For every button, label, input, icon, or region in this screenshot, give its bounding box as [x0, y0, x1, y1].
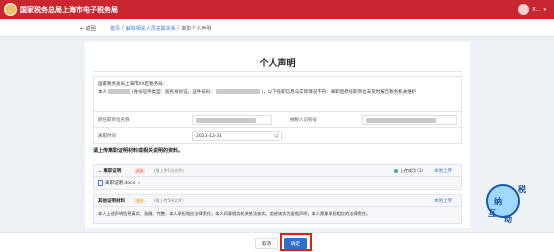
commitment-note: 本人上述声明信息真实、准确、完整，本人承担相应法律责任。本人同意税务机关依法核实…: [98, 211, 371, 216]
action-bar: 取消 确定: [0, 232, 554, 252]
uploaded-file-name: 离职证明.docx: [105, 181, 136, 186]
redacted-taxpayer-id: [366, 118, 436, 123]
back-label: 返回: [85, 26, 96, 32]
breadcrumb-bar: ← 返回 首页 / 解除相关人员关联关系 / 离职个人声明: [0, 19, 554, 37]
employer-name-field: [192, 115, 272, 125]
proof-document-block: ⌄ 离职证明 必传 (限上传1份文件) 上传成功 (1) 本地上传 离职证明.d…: [93, 164, 462, 190]
declaration-line-1: 国家税务总局上海市XX区税务局：: [98, 82, 168, 87]
sticker-char: 动: [504, 215, 512, 224]
proof-document-name: ⌄ 离职证明: [98, 169, 122, 174]
top-bar: 国家税务总局上海市电子税务局 X... ▾: [0, 0, 554, 19]
arrow-left-icon: ←: [80, 26, 85, 32]
crumb-home[interactable]: 首页: [110, 25, 120, 32]
other-materials-header[interactable]: 其他证明材料 选传 (限上传5份文件) 本地上传: [94, 195, 461, 207]
leave-date-value: 2023-12-31: [196, 134, 223, 139]
upload-section-title: 请上传离职证明材料或相关说明的资料。: [93, 148, 184, 154]
redacted-id-number: [216, 89, 261, 94]
redacted-name: [108, 89, 131, 94]
avatar: [518, 4, 530, 15]
tax-interaction-widget[interactable]: 纳 税 互 动: [480, 178, 538, 226]
proof-upload-limit: (限上传1份文件): [154, 168, 184, 173]
user-menu[interactable]: X... ▾: [518, 4, 546, 15]
other-materials-name: 其他证明材料: [98, 199, 125, 204]
page-title: 个人声明: [259, 59, 296, 69]
sticker-char: 互: [488, 209, 496, 218]
leave-date-picker[interactable]: 2023-12-31 ▤: [192, 131, 282, 141]
close-icon[interactable]: ×: [137, 181, 141, 186]
proof-document-header[interactable]: ⌄ 离职证明 必传 (限上传1份文件) 上传成功 (1) 本地上传: [94, 165, 461, 177]
back-button[interactable]: ← 返回: [80, 25, 96, 32]
declaration-line-2: 本人 (身份证件类型：居民身份证，证件号码： )，以下任职信息与实际情况不符：离…: [98, 89, 417, 95]
crumb-separator: /: [177, 25, 180, 31]
required-badge: 必传: [134, 168, 145, 174]
crumb-relation[interactable]: 解除相关人员关联关系: [126, 25, 176, 32]
sticker-char: 纳: [494, 197, 502, 206]
cancel-button[interactable]: 取消: [255, 238, 278, 249]
success-icon: [394, 169, 398, 173]
other-local-upload-link[interactable]: 本地上传: [434, 198, 452, 204]
employment-info-table: 原任职单位名称 纳税人识别号 离职时间 2023-12-31 ▤: [93, 112, 463, 144]
employer-name-label: 原任职单位名称: [98, 118, 130, 123]
user-name: X...: [532, 6, 541, 13]
other-upload-limit: (限上传5份文件): [154, 198, 184, 203]
title-divider: [93, 71, 462, 72]
document-icon: [98, 180, 103, 186]
upload-status: 上传成功 (1): [394, 168, 423, 174]
taxpayer-id-field: [362, 115, 457, 125]
info-row: 原任职单位名称 纳税人识别号: [94, 112, 463, 128]
declaration-card: 个人声明 国家税务总局上海市XX区税务局： 本人 (身份证件类型：居民身份证，证…: [85, 42, 470, 228]
app-title: 国家税务总局上海市电子税务局: [20, 6, 118, 14]
confirm-highlight-box: [280, 233, 312, 251]
chevron-down-icon: ▾: [543, 6, 546, 13]
taxpayer-id-label: 纳税人识别号: [290, 118, 317, 123]
crumb-current: 离职个人声明: [181, 26, 212, 32]
calendar-icon: ▤: [274, 133, 279, 139]
tax-bureau-logo-icon: [4, 3, 17, 16]
other-materials-block: 其他证明材料 选传 (限上传5份文件) 本地上传 本人上述声明信息真实、准确、完…: [93, 194, 462, 224]
local-upload-link[interactable]: 本地上传: [434, 168, 452, 174]
sticker-char: 税: [518, 185, 526, 194]
breadcrumb: 首页 / 解除相关人员关联关系 / 离职个人声明: [110, 25, 211, 32]
crumb-separator: /: [122, 25, 124, 31]
declaration-text: 国家税务总局上海市XX区税务局： 本人 (身份证件类型：居民身份证，证件号码： …: [93, 76, 462, 112]
optional-badge: 选传: [134, 198, 145, 204]
leave-time-label: 离职时间: [98, 134, 116, 139]
uploaded-file[interactable]: 离职证明.docx ×: [98, 180, 141, 186]
redacted-employer-name: [196, 118, 256, 123]
info-row: 离职时间 2023-12-31 ▤: [94, 128, 463, 144]
